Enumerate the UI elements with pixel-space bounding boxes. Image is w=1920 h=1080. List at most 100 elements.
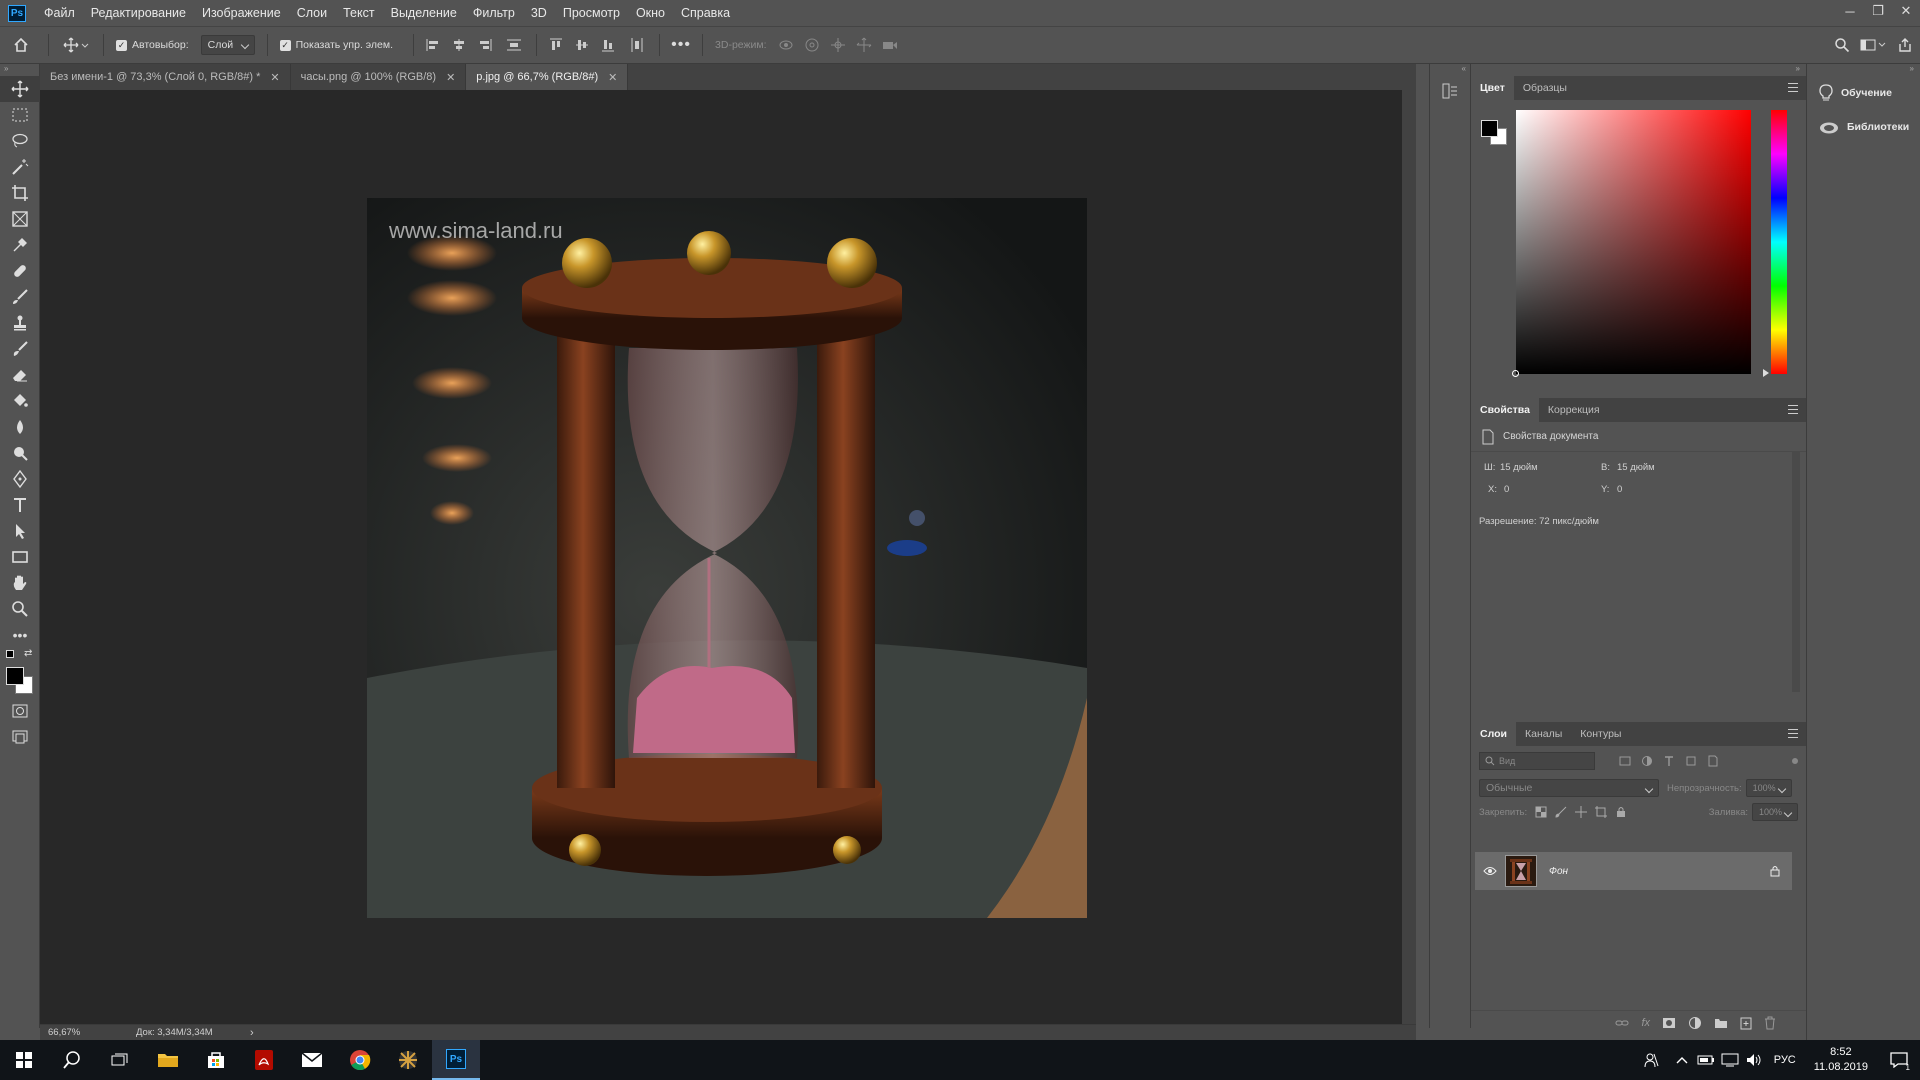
tab-properties[interactable]: Свойства — [1471, 398, 1539, 422]
paint-bucket-tool-icon[interactable] — [0, 388, 40, 414]
show-transform-checkbox[interactable]: ✓ Показать упр. элем. — [274, 31, 399, 59]
default-colors-icon[interactable] — [6, 650, 14, 658]
collapse-panels-icon[interactable]: » — [1471, 64, 1806, 76]
mail-icon[interactable] — [288, 1040, 336, 1080]
blend-mode-dropdown[interactable]: Обычные — [1479, 779, 1659, 797]
move-tool-icon[interactable] — [0, 76, 40, 102]
doc-tab-clock-png[interactable]: часы.png @ 100% (RGB/8) ✕ — [290, 64, 467, 90]
tab-channels[interactable]: Каналы — [1516, 722, 1571, 746]
align-right-icon[interactable] — [472, 31, 498, 59]
color-picker-marker[interactable] — [1512, 370, 1519, 377]
collapse-strip-icon[interactable]: « — [1430, 64, 1470, 76]
collapse-toolbar-icon[interactable]: » — [0, 64, 39, 76]
windows-start-icon[interactable] — [0, 1040, 48, 1080]
3d-orbit-icon[interactable] — [773, 31, 799, 59]
menu-3d[interactable]: 3D — [523, 0, 555, 26]
foreground-color-swatch[interactable] — [6, 667, 24, 685]
menu-edit[interactable]: Редактирование — [83, 0, 194, 26]
height-value[interactable]: 15 дюйм — [1617, 462, 1655, 473]
volume-icon[interactable] — [1742, 1040, 1766, 1080]
menu-type[interactable]: Текст — [335, 0, 382, 26]
zoom-tool-icon[interactable] — [0, 596, 40, 622]
clock[interactable]: 8:52 11.08.2019 — [1804, 1045, 1878, 1075]
status-expand-icon[interactable]: › — [250, 1027, 254, 1039]
filter-smart-object-icon[interactable] — [1707, 755, 1719, 767]
new-layer-icon[interactable] — [1740, 1016, 1752, 1030]
menu-image[interactable]: Изображение — [194, 0, 289, 26]
document-image-hourglass[interactable]: www.sima-land.ru — [367, 198, 1087, 918]
edit-toolbar-icon[interactable]: ••• — [0, 622, 40, 648]
panel-menu-icon[interactable] — [1788, 405, 1798, 414]
y-value[interactable]: 0 — [1617, 484, 1622, 495]
share-icon[interactable] — [1890, 31, 1920, 59]
3d-camera-icon[interactable] — [877, 31, 903, 59]
collapse-libraries-icon[interactable]: » — [1807, 64, 1920, 76]
close-tab-icon[interactable]: ✕ — [446, 71, 455, 84]
align-vcenter-icon[interactable] — [569, 31, 595, 59]
3d-slide-icon[interactable] — [851, 31, 877, 59]
align-left-icon[interactable] — [420, 31, 446, 59]
menu-filter[interactable]: Фильтр — [465, 0, 523, 26]
tab-swatches[interactable]: Образцы — [1514, 76, 1576, 100]
filter-adjustment-icon[interactable] — [1641, 755, 1653, 767]
tab-adjustments[interactable]: Коррекция — [1539, 398, 1609, 422]
properties-scrollbar[interactable] — [1792, 452, 1800, 692]
menu-layer[interactable]: Слои — [289, 0, 335, 26]
close-window-icon[interactable]: ✕ — [1892, 0, 1920, 22]
minimize-icon[interactable]: ─ — [1836, 0, 1864, 22]
x-value[interactable]: 0 — [1504, 484, 1509, 495]
menu-select[interactable]: Выделение — [383, 0, 465, 26]
quick-mask-icon[interactable] — [0, 698, 40, 724]
lasso-tool-icon[interactable] — [0, 128, 40, 154]
lock-transparent-icon[interactable] — [1535, 806, 1547, 818]
close-tab-icon[interactable]: ✕ — [608, 71, 617, 84]
people-icon[interactable] — [1634, 1040, 1670, 1080]
filter-toggle-icon[interactable] — [1792, 758, 1798, 764]
healing-brush-tool-icon[interactable] — [0, 258, 40, 284]
workspace-icon[interactable] — [1856, 31, 1890, 59]
new-adjustment-icon[interactable] — [1688, 1016, 1702, 1030]
layer-row-background[interactable]: Фон — [1475, 852, 1792, 890]
move-tool-preset-icon[interactable] — [55, 31, 97, 59]
add-mask-icon[interactable] — [1662, 1017, 1676, 1029]
fg-color-chip[interactable] — [1481, 120, 1498, 137]
distribute-horizontal-icon[interactable] — [621, 31, 653, 59]
doc-tab-p-jpg[interactable]: p.jpg @ 66,7% (RGB/8#) ✕ — [466, 64, 629, 90]
align-bottom-icon[interactable] — [595, 31, 621, 59]
canvas-scrollbar[interactable] — [1402, 90, 1416, 1024]
type-tool-icon[interactable] — [0, 492, 40, 518]
menu-help[interactable]: Справка — [673, 0, 738, 26]
hand-tool-icon[interactable] — [0, 570, 40, 596]
color-field[interactable] — [1516, 110, 1751, 374]
app-bug-icon[interactable] — [384, 1040, 432, 1080]
lock-all-icon[interactable] — [1615, 806, 1627, 818]
eraser-tool-icon[interactable] — [0, 362, 40, 388]
libraries-button[interactable]: Библиотеки — [1807, 110, 1920, 144]
zoom-level[interactable]: 66,67% — [40, 1027, 90, 1038]
blur-tool-icon[interactable] — [0, 414, 40, 440]
clone-stamp-tool-icon[interactable] — [0, 310, 40, 336]
panel-menu-icon[interactable] — [1788, 83, 1798, 92]
doc-tab-untitled[interactable]: Без имени-1 @ 73,3% (Слой 0, RGB/8#) * ✕ — [40, 64, 291, 90]
canvas-area[interactable]: www.sima-land.ru — [40, 90, 1416, 1024]
photoshop-taskbar-icon[interactable]: Ps — [432, 1040, 480, 1080]
notifications-icon[interactable]: 1 — [1878, 1040, 1920, 1080]
fx-icon[interactable]: fx — [1641, 1017, 1650, 1029]
file-explorer-icon[interactable] — [144, 1040, 192, 1080]
new-group-icon[interactable] — [1714, 1017, 1728, 1029]
rectangle-tool-icon[interactable] — [0, 544, 40, 570]
link-layers-icon[interactable] — [1615, 1018, 1629, 1028]
history-panel-icon[interactable] — [1430, 76, 1470, 106]
hue-slider[interactable] — [1771, 110, 1787, 374]
task-view-icon[interactable] — [96, 1040, 144, 1080]
search-icon[interactable] — [48, 1040, 96, 1080]
menu-window[interactable]: Окно — [628, 0, 673, 26]
eye-visibility-icon[interactable] — [1483, 866, 1497, 876]
layers-scrollbar[interactable] — [1790, 848, 1798, 998]
delete-layer-icon[interactable] — [1764, 1016, 1776, 1030]
layer-lock-icon[interactable] — [1770, 865, 1780, 877]
autoselect-checkbox[interactable]: ✓ Автовыбор: — [110, 31, 195, 59]
network-icon[interactable] — [1718, 1040, 1742, 1080]
pen-tool-icon[interactable] — [0, 466, 40, 492]
hue-marker-icon[interactable] — [1763, 369, 1769, 377]
